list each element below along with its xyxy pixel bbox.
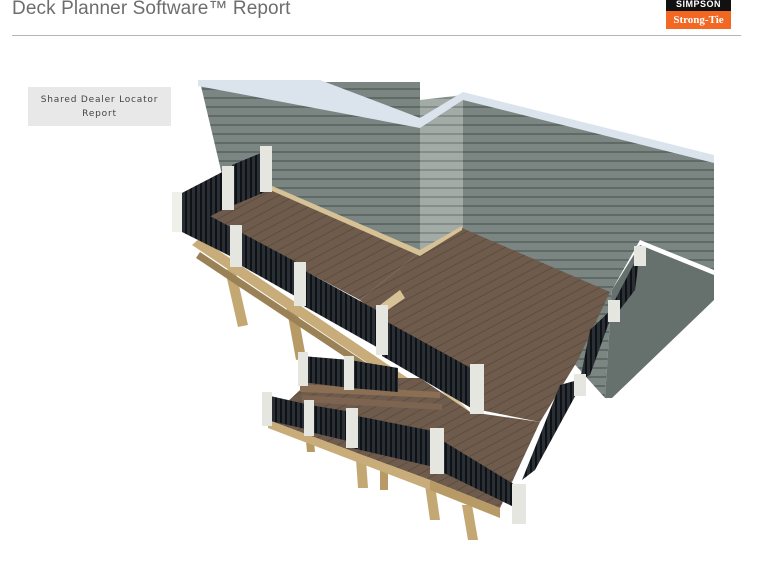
deck-3d-render (0, 40, 779, 565)
simpson-strong-tie-logo: SIMPSON Strong-Tie (666, 0, 731, 30)
header-divider (12, 35, 741, 36)
report-header: Deck Planner Software™ Report SIMPSON St… (0, 0, 779, 38)
logo-bottom-band: Strong-Tie (666, 11, 731, 29)
page-title: Deck Planner Software™ Report (12, 0, 291, 19)
logo-top-band: SIMPSON (666, 0, 731, 11)
